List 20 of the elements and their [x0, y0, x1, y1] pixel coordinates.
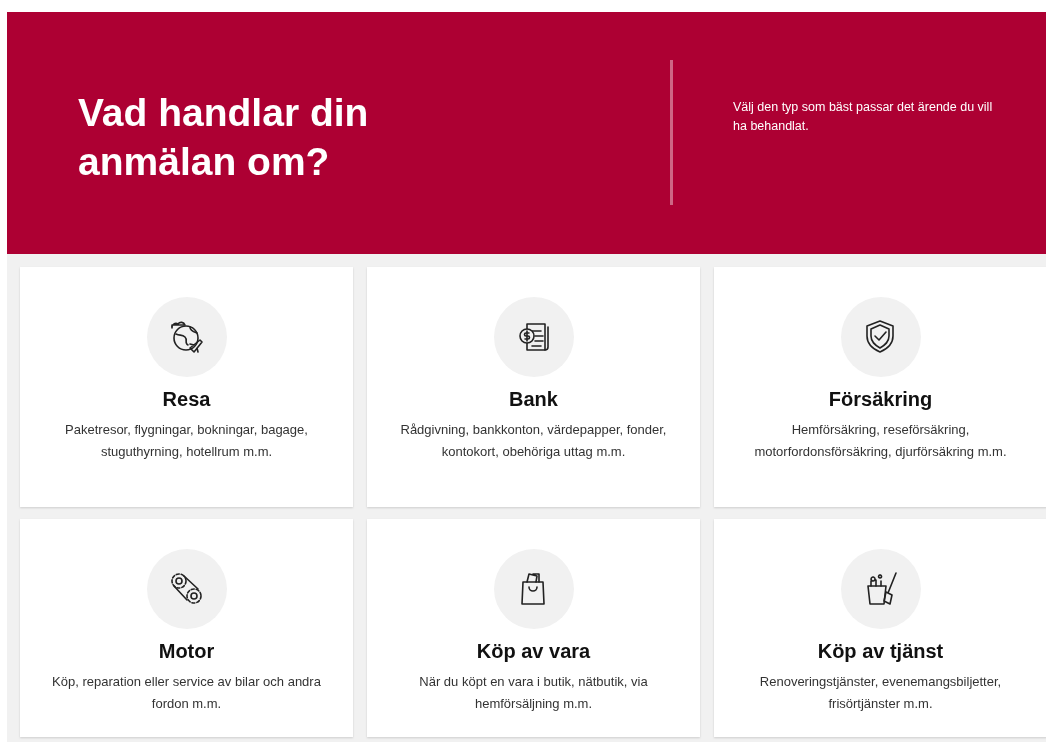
card-title: Försäkring — [828, 387, 933, 412]
category-card[interactable]: Resa Paketresor, flygningar, bokningar, bagage, stuguthyrning, hotellrum m.m. — [20, 267, 353, 507]
category-card[interactable]: Försäkring Hemförsäkring, reseförsäkring, motorfordonsförsäkring, djurförsäkring m.m. — [714, 267, 1046, 507]
card-title: Motor — [158, 639, 215, 664]
card-description: Hemförsäkring, reseförsäkring, motorfordonsförsäkring, djurförsäkring m.m. — [753, 421, 1008, 461]
category-card[interactable]: Bank Rådgivning, bankkonton, värdepapper, fonder, kontokort, obehöriga uttag m.m. — [367, 267, 700, 507]
card-title: Bank — [509, 387, 558, 412]
page-title: Vad handlar din anmälan om? — [78, 90, 370, 185]
intro-text: Välj den typ som bäst passar det ärende du vill ha behandlat. — [733, 99, 993, 135]
card-title: Köp av tjänst — [817, 639, 944, 664]
category-card[interactable]: Motor Köp, reparation eller service av bilar och andra fordon m.m. — [20, 519, 353, 737]
card-description: Köp, reparation eller service av bilar och andra fordon m.m. — [51, 673, 322, 713]
card-description: Rådgivning, bankkonton, värdepapper, fonder, kontokort, obehöriga uttag m.m. — [399, 421, 668, 461]
card-title: Resa — [162, 387, 211, 412]
card-title: Köp av vara — [476, 639, 591, 664]
category-card[interactable]: Köp av vara När du köpt en vara i butik, nätbutik, via hemförsäljning m.m. — [367, 519, 700, 737]
card-description: Renoveringstjänster, evenemangsbiljetter, frisörtjänster m.m. — [758, 673, 1003, 713]
card-description: När du köpt en vara i butik, nätbutik, via hemförsäljning m.m. — [418, 673, 649, 713]
category-card[interactable]: Köp av tjänst Renoveringstjänster, evenemangsbiljetter, frisörtjänster m.m. — [714, 519, 1046, 737]
card-description: Paketresor, flygningar, bokningar, bagage, stuguthyrning, hotellrum m.m. — [64, 421, 309, 461]
